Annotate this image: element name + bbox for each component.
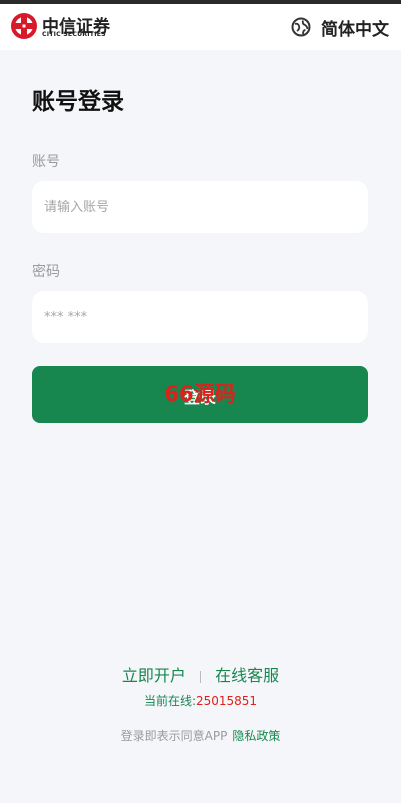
link-divider [200,670,201,683]
online-count-line: 当前在线:25015851 [0,692,401,709]
online-label: 当前在线: [143,694,196,708]
app-header: 中信证券 CITIC SECURITIES 简体中文 [0,4,401,50]
citic-logo-icon [11,13,37,39]
login-button[interactable]: 登录 66源码 [32,366,368,423]
password-input[interactable] [32,291,368,343]
citic-logo: 中信证券 CITIC SECURITIES [10,10,110,42]
customer-service-link[interactable]: 在线客服 [215,666,279,685]
online-count: 25015851 [195,694,258,708]
page-title: 账号登录 [32,89,124,115]
privacy-policy-link[interactable]: 隐私政策 [232,729,280,743]
account-label: 账号 [32,154,60,170]
policy-line: 登录即表示同意APP 隐私政策 [0,727,401,744]
language-label: 简体中文 [321,19,389,40]
logo-english-text: CITIC SECURITIES [42,31,106,38]
globe-icon [291,17,311,37]
agreement-text: 登录即表示同意APP [120,729,228,743]
watermark-overlay-text: 66源码 [164,382,236,406]
account-input[interactable] [32,181,368,233]
open-account-link[interactable]: 立即开户 [122,666,186,685]
password-label: 密码 [32,264,60,280]
footer-links: 立即开户 在线客服 [0,662,401,686]
language-switcher[interactable]: 简体中文 [291,12,389,42]
